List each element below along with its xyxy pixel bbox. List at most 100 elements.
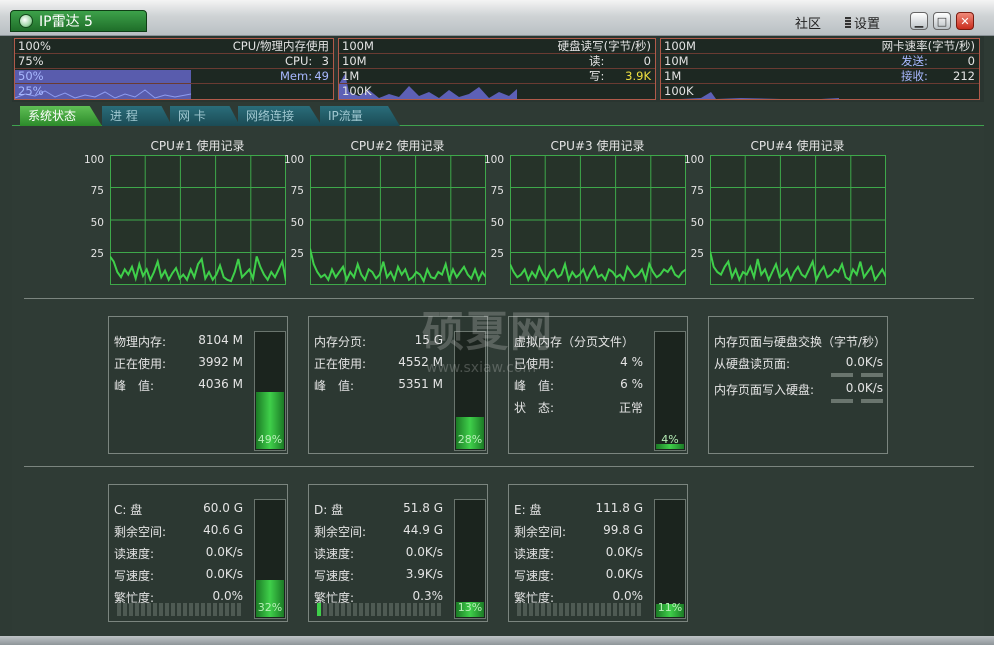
- disk-panel-c: C: 盘 60.0 G 剩余空间: 40.6 G 读速度: 0.0K/s 写速度: 0.0K/…: [108, 484, 288, 622]
- disk-row-1m: 1M 写: 3.9K: [339, 69, 655, 84]
- disk-d-write-value: 3.9K/s: [405, 567, 443, 581]
- cpu-usage-graph-1: [109, 154, 287, 286]
- disk-e-free-value: 99.8 G: [603, 523, 643, 537]
- physical-memory-panel: 物理内存: 8104 M 正在使用: 3992 M 峰 值: 4036 M 49…: [108, 316, 288, 454]
- tab-connections[interactable]: 网络连接: [238, 106, 322, 126]
- disk-d-size-value: 51.8 G: [403, 501, 443, 515]
- physical-memory-label: 物理内存:: [114, 335, 167, 349]
- cpu-axis-tick-25: 25: [90, 248, 104, 260]
- page-read-label: 从硬盘读页面:: [714, 357, 791, 371]
- disk-panel-e: E: 盘 111.8 G 剩余空间: 99.8 G 读速度: 0.0K/s 写速度: 0.0K…: [508, 484, 688, 622]
- cpu-value: 3: [321, 54, 329, 68]
- disk-e-write_l-label: 写速度:: [514, 569, 555, 583]
- settings-icon: [845, 17, 851, 28]
- cpu-axis-tick-50: 50: [90, 217, 104, 229]
- disk-c-usage-gauge: 32%: [254, 499, 286, 619]
- disk-row-100m: 100M 硬盘读写(字节/秒): [339, 39, 655, 54]
- cpu-axis-tick-25: 25: [690, 248, 704, 260]
- cpu-mem-meter: 100% CPU/物理内存使用 75% CPU: 3 50% Mem: 49 2…: [14, 38, 334, 100]
- disk-write-value: 3.9K: [625, 69, 651, 83]
- disk-c-write-value: 0.0K/s: [205, 567, 243, 581]
- disk-c-free_l-label: 剩余空间:: [114, 525, 167, 539]
- disk-scale-100k: 100K: [342, 84, 372, 98]
- disk-e-percent: 11%: [657, 601, 683, 614]
- tab-network-card[interactable]: 网 卡: [170, 106, 240, 126]
- cpu-axis-tick-50: 50: [290, 217, 304, 229]
- system-status-panel: CPU#1 使用记录 100 75 50 25 CPU#2 使用记录 100 75 50 25 CP…: [12, 126, 984, 636]
- paged-peak-value: 5351 M: [398, 377, 443, 391]
- disk-e-read_l-label: 读速度:: [514, 547, 555, 561]
- maximize-button[interactable]: □: [933, 12, 951, 30]
- cpu-usage-graph-2: [309, 154, 487, 286]
- disk-scale-1m: 1M: [342, 69, 360, 83]
- app-logo-icon: [19, 14, 33, 28]
- meters-bar: 100% CPU/物理内存使用 75% CPU: 3 50% Mem: 49 2…: [12, 36, 984, 102]
- disk-d-name-label: D: 盘: [314, 503, 344, 517]
- net-row-100m: 100M 网卡速率(字节/秒): [661, 39, 979, 54]
- virtual-status-value: 正常: [618, 401, 643, 415]
- app-title: IP雷达 5: [39, 14, 93, 30]
- disk-d-read_l-label: 读速度:: [314, 547, 355, 561]
- disk-c-read_l-label: 读速度:: [114, 547, 155, 561]
- watermark-url: www.sxiaw.com: [426, 360, 537, 376]
- minimize-button[interactable]: ▁: [910, 12, 928, 30]
- disk-meter-title: 硬盘读写(字节/秒): [557, 39, 651, 53]
- disk-c-read-value: 0.0K/s: [205, 545, 243, 559]
- disk-d-write_l-label: 写速度:: [314, 569, 355, 583]
- net-send-value: 0: [967, 54, 975, 68]
- main-tabs: 系统状态 进 程 网 卡 网络连接 IP流量: [12, 104, 984, 126]
- disk-read-label: 读:: [589, 54, 605, 68]
- disk-row-100k: 100K: [339, 84, 655, 99]
- net-scale-100k: 100K: [664, 84, 694, 98]
- settings-link[interactable]: 设置: [845, 13, 880, 32]
- physical-memory-value: 8104 M: [198, 333, 243, 347]
- title-bar: IP雷达 5 社区 设置 ▁ □ ✕: [0, 0, 994, 36]
- tab-ip-traffic[interactable]: IP流量: [320, 106, 400, 126]
- physical-in-use-value: 3992 M: [198, 355, 243, 369]
- virtual-peak-label: 峰 值:: [514, 379, 555, 393]
- net-recv-value: 212: [953, 69, 975, 83]
- physical-peak-value: 4036 M: [198, 377, 243, 391]
- disk-c-free-value: 40.6 G: [203, 523, 243, 537]
- disk-read-value: 0: [643, 54, 651, 68]
- disk-d-usage-gauge: 13%: [454, 499, 486, 619]
- page-read-value: 0.0K/s: [845, 355, 883, 369]
- cpu-axis-tick-75: 75: [90, 185, 104, 197]
- page-write-label: 内存页面写入硬盘:: [714, 383, 815, 397]
- net-recv-label: 接收:: [901, 69, 928, 83]
- disk-d-free_l-label: 剩余空间:: [314, 525, 367, 539]
- disk-e-name-label: E: 盘: [514, 503, 542, 517]
- net-scale-100m: 100M: [664, 39, 696, 53]
- divider-bottom: [24, 466, 974, 467]
- disk-d-busy-bar: [317, 603, 441, 616]
- physical-in-use-label: 正在使用:: [114, 357, 167, 371]
- disk-c-write_l-label: 写速度:: [114, 569, 155, 583]
- disk-d-percent: 13%: [457, 601, 483, 614]
- cpu-scale-100: 100%: [18, 39, 51, 53]
- disk-d-busy-value: 0.3%: [412, 589, 444, 603]
- tab-system-status[interactable]: 系统状态: [20, 106, 102, 126]
- disk-panel-d: D: 盘 51.8 G 剩余空间: 44.9 G 读速度: 0.0K/s 写速度: 3.9K/…: [308, 484, 488, 622]
- cpu-usage-graph-3: [509, 154, 687, 286]
- minimize-icon: ▁: [914, 14, 924, 28]
- disk-d-free-value: 44.9 G: [403, 523, 443, 537]
- disk-c-busy-bar: [117, 603, 241, 616]
- cpu-axis-tick-100: 100: [484, 154, 505, 166]
- cpu-axis-tick-100: 100: [84, 154, 105, 166]
- net-row-1m: 1M 接收: 212: [661, 69, 979, 84]
- disk-c-busy-value: 0.0%: [212, 589, 244, 603]
- cpu-row-100: 100% CPU/物理内存使用: [15, 39, 333, 54]
- page-read-bar: [831, 373, 883, 377]
- disk-scale-100m: 100M: [342, 39, 374, 53]
- cpu-axis-tick-25: 25: [490, 248, 504, 260]
- app-title-tab: IP雷达 5: [10, 10, 147, 32]
- cpu-axis-tick-100: 100: [284, 154, 305, 166]
- mem-value: 49: [314, 69, 329, 83]
- page-write-value: 0.0K/s: [845, 381, 883, 395]
- disk-e-usage-gauge: 11%: [654, 499, 686, 619]
- tab-processes[interactable]: 进 程: [102, 106, 172, 126]
- close-button[interactable]: ✕: [956, 12, 974, 30]
- community-link[interactable]: 社区: [795, 13, 821, 32]
- cpu-row-25: 25%: [15, 84, 333, 99]
- disk-write-label: 写:: [589, 69, 605, 83]
